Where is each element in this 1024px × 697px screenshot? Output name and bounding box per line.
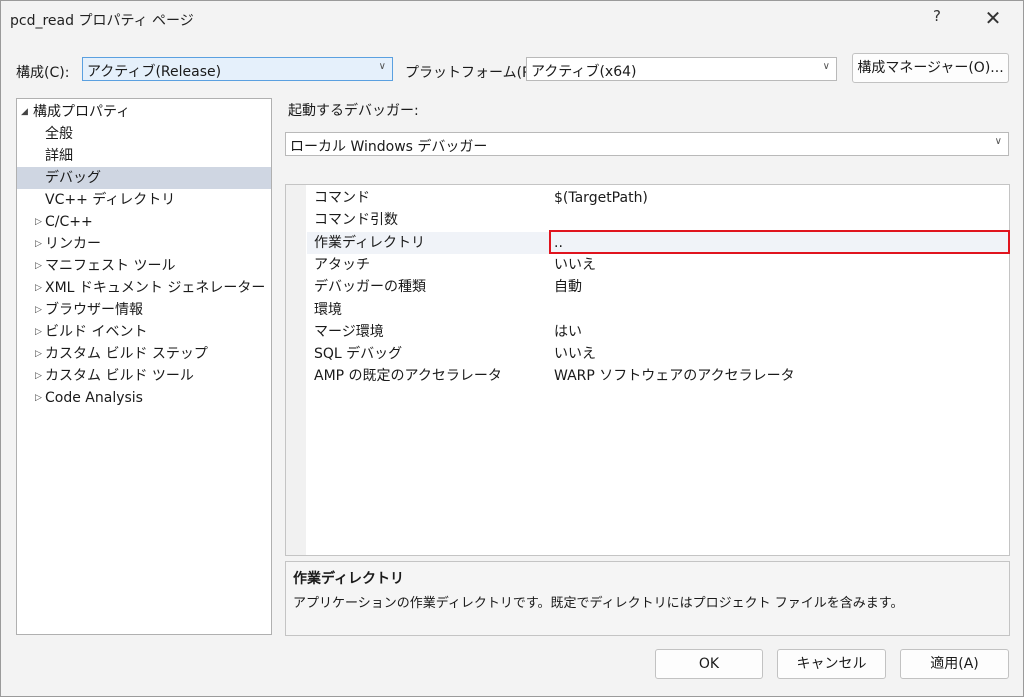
chevron-down-icon: ∨	[822, 61, 830, 72]
tree-item[interactable]: 詳細	[17, 145, 271, 167]
window-title: pcd_read プロパティ ページ	[10, 13, 194, 29]
property-name: AMP の既定のアクセラレータ	[314, 368, 502, 385]
config-value: アクティブ(Release)	[87, 64, 222, 80]
description-title: 作業ディレクトリ	[293, 571, 405, 587]
tree-item-label: カスタム ビルド ステップ	[45, 346, 208, 362]
tree-item-label: マニフェスト ツール	[45, 258, 176, 274]
tree-item[interactable]: VC++ ディレクトリ	[17, 189, 271, 211]
platform-value: アクティブ(x64)	[531, 64, 637, 80]
tree-item[interactable]: デバッグ	[17, 167, 271, 189]
platform-label: プラットフォーム(P):	[405, 65, 541, 81]
grid-gutter	[286, 185, 306, 555]
tree-item-label: VC++ ディレクトリ	[45, 192, 176, 208]
property-row[interactable]: SQL デバッグ いいえ	[307, 343, 1009, 365]
property-value[interactable]: 自動	[554, 276, 582, 298]
debugger-value: ローカル Windows デバッガー	[290, 139, 488, 155]
tree-item-label: デバッグ	[45, 170, 101, 186]
property-name: 環境	[314, 301, 342, 318]
tree-item-label: ブラウザー情報	[45, 302, 143, 318]
title-bar: pcd_read プロパティ ページ ? ✕	[1, 1, 1023, 37]
collapsed-arrow-icon[interactable]: ▷	[35, 277, 45, 299]
chevron-down-icon: ∨	[994, 136, 1002, 147]
collapsed-arrow-icon[interactable]: ▷	[35, 343, 45, 365]
tree-item[interactable]: ▷ Code Analysis	[17, 387, 271, 409]
tree-item[interactable]: ▷ ビルド イベント	[17, 321, 271, 343]
platform-combo[interactable]: アクティブ(x64) ∨	[526, 57, 837, 81]
collapsed-arrow-icon[interactable]: ▷	[35, 299, 45, 321]
property-grid: コマンド $(TargetPath) コマンド引数 作業ディレクトリ.. アタッチ いいえ…	[285, 184, 1010, 556]
property-name: デバッガーの種類	[314, 279, 426, 296]
property-pages-dialog: pcd_read プロパティ ページ ? ✕ 構成(C): アクティブ(Rele…	[0, 0, 1024, 697]
tree-item-label: 詳細	[45, 148, 73, 164]
tree-item[interactable]: ▷ カスタム ビルド ツール	[17, 365, 271, 387]
property-name: アタッチ	[314, 256, 370, 273]
tree-item[interactable]: ▷ ブラウザー情報	[17, 299, 271, 321]
property-row[interactable]: 環境	[307, 299, 1009, 321]
property-value[interactable]: いいえ	[554, 254, 596, 276]
tree-item-label: カスタム ビルド ツール	[45, 368, 194, 384]
collapsed-arrow-icon[interactable]: ▷	[35, 211, 45, 233]
property-name: SQL デバッグ	[314, 346, 403, 363]
collapsed-arrow-icon[interactable]: ▷	[35, 365, 45, 387]
ok-button[interactable]: OK	[655, 649, 763, 679]
property-row[interactable]: コマンド $(TargetPath)	[307, 187, 1009, 209]
collapsed-arrow-icon[interactable]: ▷	[35, 321, 45, 343]
tree-item-label: XML ドキュメント ジェネレーター	[45, 280, 266, 296]
property-row[interactable]: マージ環境 はい	[307, 321, 1009, 343]
config-manager-button[interactable]: 構成マネージャー(O)...	[852, 53, 1009, 83]
tree-item-label: ビルド イベント	[45, 324, 148, 340]
config-combo[interactable]: アクティブ(Release) ∨	[82, 57, 393, 81]
property-value[interactable]: ..	[554, 232, 563, 254]
property-row[interactable]: コマンド引数	[307, 209, 1009, 231]
property-value[interactable]: いいえ	[554, 343, 596, 365]
tree-item[interactable]: ▷ カスタム ビルド ステップ	[17, 343, 271, 365]
debugger-label: 起動するデバッガー:	[288, 103, 419, 119]
help-icon[interactable]: ?	[927, 7, 947, 29]
tree-item[interactable]: ▷ XML ドキュメント ジェネレーター	[17, 277, 271, 299]
tree-item-label: Code Analysis	[45, 390, 143, 406]
tree-item[interactable]: 全般	[17, 123, 271, 145]
tree-item[interactable]: ▷ リンカー	[17, 233, 271, 255]
chevron-down-icon: ∨	[378, 61, 386, 72]
config-label: 構成(C):	[16, 65, 70, 81]
tree-item[interactable]: ▷ マニフェスト ツール	[17, 255, 271, 277]
collapsed-arrow-icon[interactable]: ▷	[35, 387, 45, 409]
expanded-arrow-icon[interactable]: ◢	[21, 101, 31, 123]
collapsed-arrow-icon[interactable]: ▷	[35, 255, 45, 277]
property-name: マージ環境	[314, 323, 384, 340]
tree-item[interactable]: ▷ C/C++	[17, 211, 271, 233]
collapsed-arrow-icon[interactable]: ▷	[35, 233, 45, 255]
property-value[interactable]: はい	[554, 321, 582, 343]
tree-item-label: 全般	[45, 126, 73, 142]
property-name: コマンド引数	[314, 212, 398, 229]
tree-item-label: 構成プロパティ	[33, 104, 131, 120]
property-row[interactable]: 作業ディレクトリ..	[307, 231, 1009, 254]
tree-item-label: リンカー	[45, 236, 101, 252]
property-value[interactable]: $(TargetPath)	[554, 187, 648, 209]
close-icon[interactable]: ✕	[979, 4, 1007, 32]
property-name: 作業ディレクトリ	[314, 234, 426, 251]
tree-root-config-properties[interactable]: ◢ 構成プロパティ	[17, 101, 271, 123]
property-row[interactable]: AMP の既定のアクセラレータ WARP ソフトウェアのアクセラレータ	[307, 365, 1009, 387]
tree-item-label: C/C++	[45, 214, 93, 230]
property-value[interactable]: WARP ソフトウェアのアクセラレータ	[554, 365, 795, 387]
property-row[interactable]: アタッチ いいえ	[307, 254, 1009, 276]
description-panel: 作業ディレクトリ アプリケーションの作業ディレクトリです。既定でディレクトリには…	[285, 561, 1010, 636]
apply-button[interactable]: 適用(A)	[900, 649, 1009, 679]
property-name: コマンド	[314, 190, 370, 206]
description-text: アプリケーションの作業ディレクトリです。既定でディレクトリにはプロジェクト ファ…	[293, 596, 904, 611]
debugger-combo[interactable]: ローカル Windows デバッガー ∨	[285, 132, 1009, 156]
category-tree: ◢ 構成プロパティ 全般 詳細 デバッグ VC++ ディレクトリ ▷ C/C++ ▷ リンカー ▷ マ…	[16, 98, 272, 635]
cancel-button[interactable]: キャンセル	[777, 649, 886, 679]
property-row[interactable]: デバッガーの種類 自動	[307, 276, 1009, 298]
